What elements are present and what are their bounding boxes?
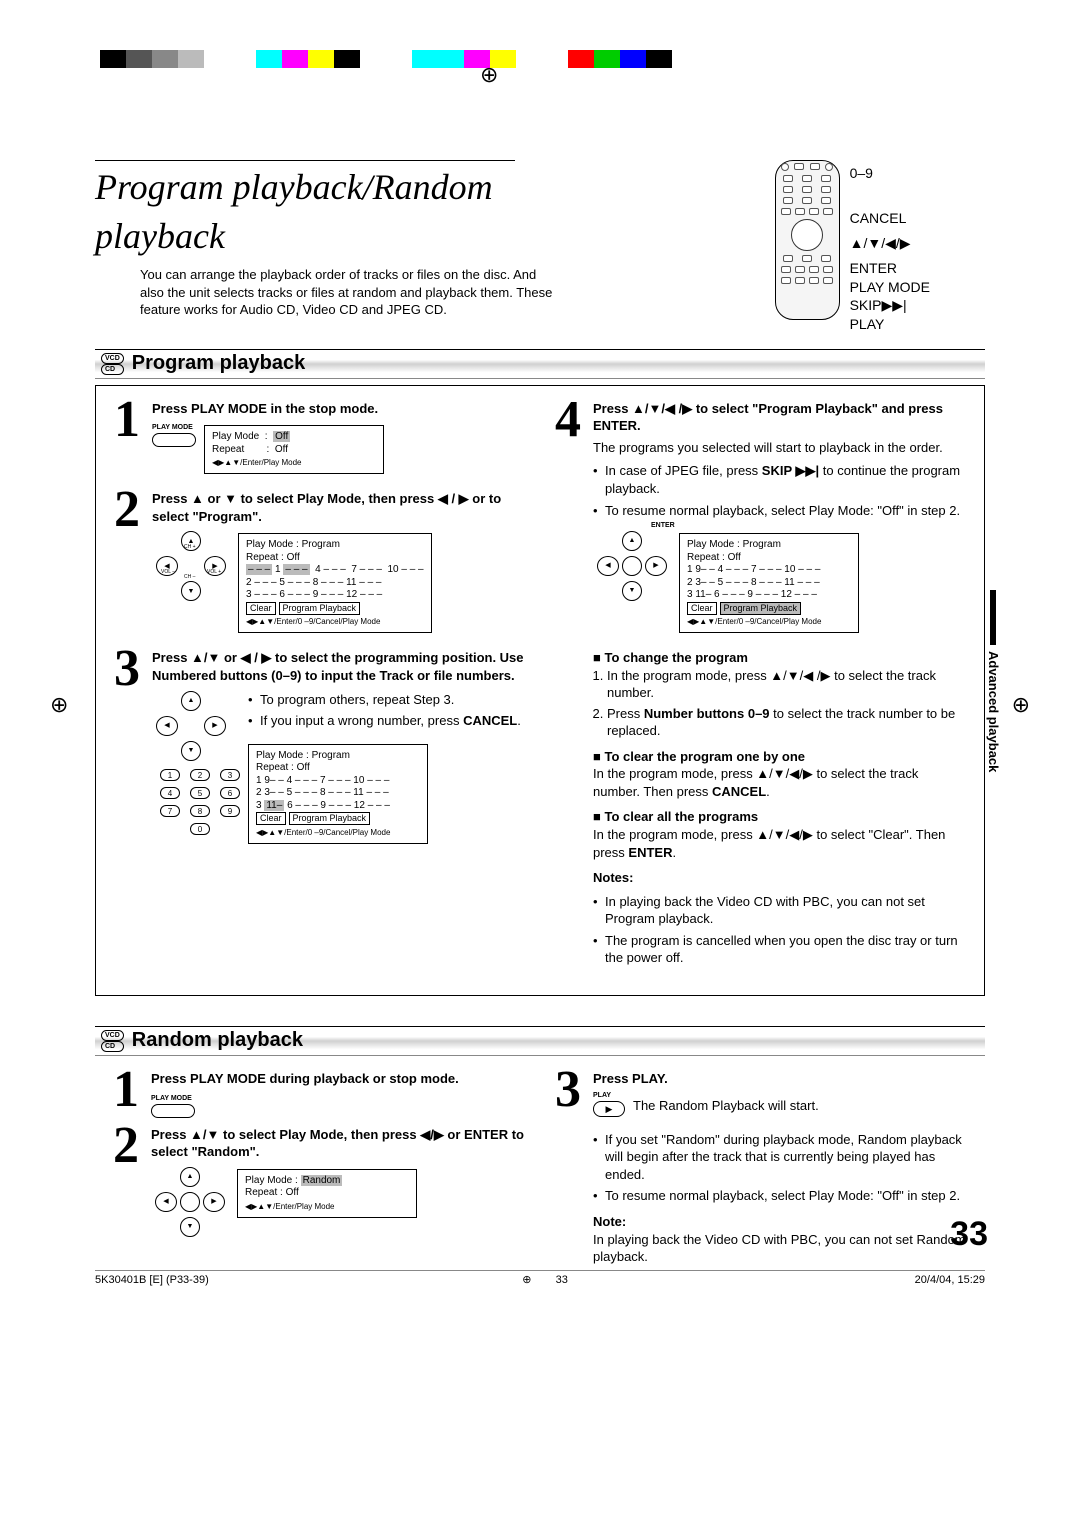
remote-label-0-9: 0–9 — [850, 164, 930, 183]
footer-right: 20/4/04, 15:29 — [915, 1273, 985, 1288]
footer: 5K30401B [E] (P33-39) 33 ⊕ 20/4/04, 15:2… — [95, 1270, 985, 1288]
note2: The program is cancelled when you open t… — [593, 932, 966, 967]
change-l1: In the program mode, press ▲/▼/◀ /▶ to s… — [607, 667, 966, 702]
registration-colorbar — [100, 50, 672, 68]
osd-step1: Play Mode : Off Repeat : Off ◀▶▲▼/Enter/… — [204, 425, 384, 474]
crop-mark-left: ⊕ — [50, 690, 68, 720]
step4-bullet2: To resume normal playback, select Play M… — [593, 502, 966, 520]
remote-label-play: PLAY — [850, 315, 930, 334]
subhead-clear-one: To clear the program one by one — [593, 748, 966, 766]
remote-illustration-block: 0–9 CANCEL ▲/▼/◀/▶ ENTER PLAY MODE SKIP▶… — [775, 160, 930, 334]
remote-label-list: 0–9 CANCEL ▲/▼/◀/▶ ENTER PLAY MODE SKIP▶… — [850, 160, 930, 334]
osd-step4: Play Mode : Program Repeat : Off 1 9– – … — [679, 533, 859, 633]
crop-mark-right: ⊕ — [1012, 690, 1030, 720]
badge-cd: CD — [101, 364, 124, 375]
enter-label: ENTER — [651, 521, 675, 530]
step4-title: Press ▲/▼/◀ /▶ to select "Program Playba… — [593, 400, 966, 435]
number-pad-graphic: 123 456 789 0 — [160, 769, 240, 835]
dpad-graphic-4: ▲▼◀▶ — [155, 1167, 225, 1237]
random-playback-box: 1 Press PLAY MODE during playback or sto… — [95, 1062, 985, 1288]
badge-cd-2: CD — [101, 1041, 124, 1052]
step-number-3: 3 — [114, 649, 146, 851]
program-playback-box: 1 Press PLAY MODE in the stop mode. PLAY… — [95, 385, 985, 996]
note1: In playing back the Video CD with PBC, y… — [593, 893, 966, 928]
random-step2-title: Press ▲/▼ to select Play Mode, then pres… — [151, 1126, 525, 1161]
page-number: 33 — [950, 1212, 988, 1258]
dpad-graphic: ▲CH + ▼CH – ◀VOL – ▶VOL + — [156, 531, 226, 601]
step3-title: Press ▲/▼ or ◀ / ▶ to select the program… — [152, 649, 525, 684]
section-title-random: Random playback — [132, 1027, 303, 1054]
footer-mid: 33 — [556, 1273, 568, 1288]
random-step1-title: Press PLAY MODE during playback or stop … — [151, 1070, 525, 1088]
random-b2: To resume normal playback, select Play M… — [593, 1187, 967, 1205]
playmode-button-graphic: PLAY MODE — [152, 423, 196, 446]
step4-desc: The programs you selected will start to … — [593, 439, 966, 457]
section-title-program: Program playback — [132, 350, 305, 377]
random-step3-title: Press PLAY. — [593, 1070, 967, 1088]
random-step-2: 2 — [113, 1126, 145, 1243]
random-step-1: 1 — [113, 1070, 145, 1118]
random-note: In playing back the Video CD with PBC, y… — [593, 1231, 967, 1266]
dpad-graphic-2: ▲▼◀▶ — [156, 691, 226, 761]
remote-label-skip: SKIP▶▶| — [850, 296, 930, 315]
crop-mark-top: ⊕ — [480, 60, 498, 90]
step4-bullet1: In case of JPEG file, press SKIP ▶▶| to … — [593, 462, 966, 497]
clear-one-text: In the program mode, press ▲/▼/◀/▶ to se… — [593, 765, 966, 800]
remote-label-enter: ENTER — [850, 259, 930, 278]
step-number-4: 4 — [555, 400, 587, 973]
step-number-1: 1 — [114, 400, 146, 483]
section-bar-program: VCD CD Program playback — [95, 349, 985, 379]
notes-label: Notes: — [593, 869, 966, 887]
footer-left: 5K30401B [E] (P33-39) — [95, 1273, 209, 1288]
subhead-clear-all: To clear all the programs — [593, 808, 966, 826]
osd-step2: Play Mode : Program Repeat : Off – – – 1… — [238, 533, 432, 633]
side-tab: Advanced playback — [984, 590, 1002, 772]
step3-bullet2: If you input a wrong number, press CANCE… — [248, 712, 525, 730]
change-l2: Press Number buttons 0–9 to select the t… — [607, 705, 966, 740]
crop-mark-bottom: ⊕ — [522, 1273, 531, 1288]
intro-text: You can arrange the playback order of tr… — [140, 266, 560, 319]
step1-title: Press PLAY MODE in the stop mode. — [152, 400, 525, 418]
play-button-graphic: PLAY ▶ — [593, 1091, 625, 1116]
remote-control-graphic — [775, 160, 840, 320]
playmode-button-graphic-2: PLAY MODE — [151, 1094, 195, 1117]
random-step3-desc: The Random Playback will start. — [633, 1097, 819, 1115]
step3-bullet1: To program others, repeat Step 3. — [248, 691, 525, 709]
remote-label-playmode: PLAY MODE — [850, 278, 930, 297]
remote-label-arrows: ▲/▼/◀/▶ — [850, 234, 930, 253]
random-b1: If you set "Random" during playback mode… — [593, 1131, 967, 1184]
osd-random: Play Mode : Random Repeat : Off ◀▶▲▼/Ent… — [237, 1169, 417, 1218]
step2-title: Press ▲ or ▼ to select Play Mode, then p… — [152, 490, 525, 525]
program-left-col: 1 Press PLAY MODE in the stop mode. PLAY… — [114, 400, 525, 981]
section-bar-random: VCD CD Random playback — [95, 1026, 985, 1056]
remote-label-cancel: CANCEL — [850, 209, 930, 228]
program-right-col: 4 Press ▲/▼/◀ /▶ to select "Program Play… — [555, 400, 966, 981]
osd-step3: Play Mode : Program Repeat : Off 1 9– – … — [248, 744, 428, 844]
clear-all-text: In the program mode, press ▲/▼/◀/▶ to se… — [593, 826, 966, 861]
badge-vcd-2: VCD — [101, 1030, 124, 1041]
dpad-graphic-3: ▲▼◀▶ — [597, 531, 667, 601]
step-number-2: 2 — [114, 490, 146, 641]
subhead-change: To change the program — [593, 649, 966, 667]
random-step-3: 3 — [555, 1070, 587, 1266]
page-title: Program playback/Random playback — [95, 160, 515, 260]
random-note-label: Note: — [593, 1213, 967, 1231]
badge-vcd: VCD — [101, 353, 124, 364]
